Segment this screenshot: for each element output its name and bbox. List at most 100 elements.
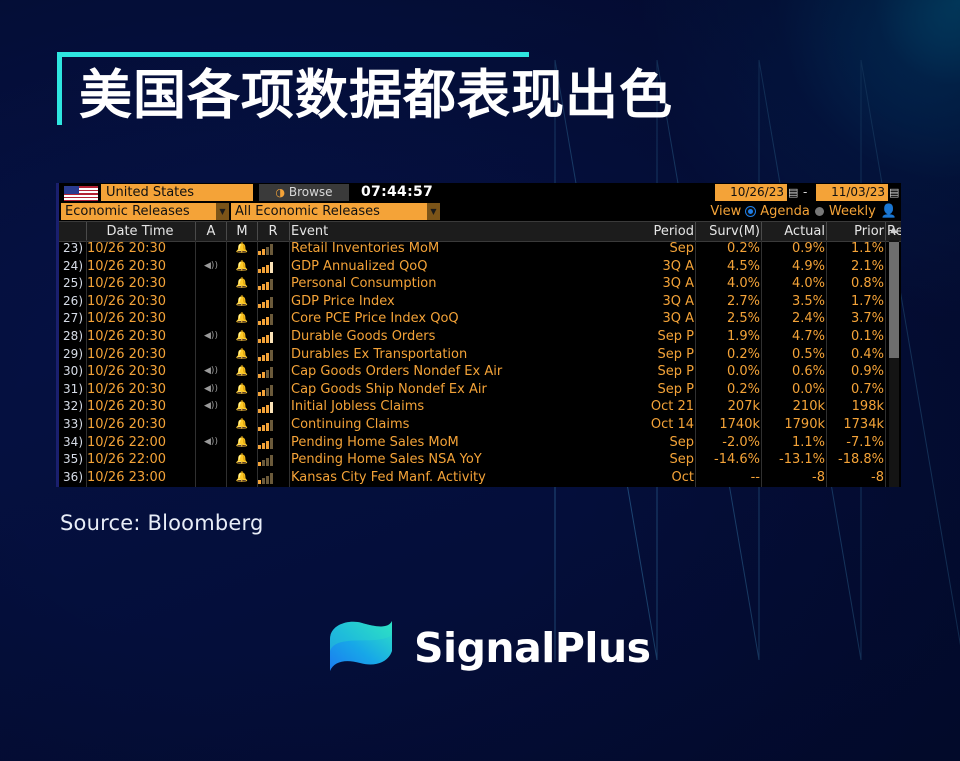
period-value: Sep — [669, 241, 694, 256]
survey-value: 0.2% — [726, 346, 760, 362]
alert-speaker-icon — [196, 346, 226, 364]
prior-value: 3.7% — [850, 311, 884, 327]
alarm-bell-icon[interactable]: 🔔 — [227, 275, 257, 293]
weekly-label[interactable]: Weekly — [829, 204, 876, 219]
alert-speaker-icon — [196, 240, 226, 258]
alarm-bell-icon[interactable]: 🔔 — [227, 469, 257, 487]
table-row[interactable]: 30) 10/26 20:30 ◀)) 🔔 Cap Goods Orders Nonde… — [59, 363, 901, 381]
table-row[interactable]: 32) 10/26 20:30 ◀)) 🔔 Initial Jobless Claims… — [59, 398, 901, 416]
event-name[interactable]: Personal Consumption — [291, 275, 437, 293]
event-name[interactable]: Core PCE Price Index QoQ — [291, 310, 459, 328]
event-name[interactable]: Pending Home Sales NSA YoY — [291, 451, 482, 469]
browse-button[interactable]: ◑ Browse — [259, 184, 349, 201]
col-period[interactable]: Period — [624, 222, 694, 241]
alarm-bell-icon[interactable]: 🔔 — [227, 293, 257, 311]
brand-name: SignalPlus — [414, 624, 651, 672]
terminal-toolbar-row-2: Economic Releases ▼ All Economic Release… — [59, 202, 901, 221]
relevance-indicator — [258, 293, 288, 311]
alarm-bell-icon[interactable]: 🔔 — [227, 346, 257, 364]
prior-value: -7.1% — [846, 434, 884, 450]
row-number: 26) — [63, 293, 83, 308]
calendar-icon[interactable]: ▤ — [889, 186, 899, 199]
alarm-bell-icon[interactable]: 🔔 — [227, 310, 257, 328]
actual-value: 210k — [792, 399, 825, 415]
row-number: 23) — [63, 241, 83, 255]
alarm-bell-icon[interactable]: 🔔 — [227, 451, 257, 469]
col-survey[interactable]: Surv(M) — [698, 222, 760, 241]
event-name[interactable]: Cap Goods Ship Nondef Ex Air — [291, 381, 487, 399]
event-name[interactable]: Retail Inventories MoM — [291, 240, 439, 258]
chevron-down-icon[interactable]: ▼ — [216, 203, 229, 220]
vertical-scrollbar[interactable] — [889, 240, 899, 487]
alarm-bell-icon[interactable]: 🔔 — [227, 363, 257, 381]
actual-value: -13.1% — [779, 452, 825, 468]
event-name[interactable]: GDP Price Index — [291, 293, 395, 311]
calendar-icon[interactable]: ▤ — [788, 186, 798, 199]
alarm-bell-icon[interactable]: 🔔 — [227, 398, 257, 416]
sort-asc-icon[interactable]: ▲ — [890, 225, 897, 235]
table-row[interactable]: 23) 10/26 20:30 🔔 Retail Inventories MoM Sep… — [59, 240, 901, 258]
scrollbar-thumb[interactable] — [889, 242, 899, 358]
table-row[interactable]: 35) 10/26 22:00 🔔 Pending Home Sales NSA Yo… — [59, 451, 901, 469]
event-name[interactable]: Kansas City Fed Manf. Activity — [291, 469, 486, 487]
table-row[interactable]: 28) 10/26 20:30 ◀)) 🔔 Durable Goods Orders Se… — [59, 328, 901, 346]
alarm-bell-icon[interactable]: 🔔 — [227, 240, 257, 258]
period-value: Sep P — [657, 364, 694, 380]
alarm-bell-icon[interactable]: 🔔 — [227, 328, 257, 346]
row-number: 28) — [63, 329, 83, 343]
chevron-down-icon[interactable]: ▼ — [427, 203, 440, 220]
event-name[interactable]: Continuing Claims — [291, 416, 409, 434]
table-row[interactable]: 26) 10/26 20:30 🔔 GDP Price Index 3Q A 2.7% 3.… — [59, 293, 901, 311]
row-date-time: 10/26 20:30 — [87, 258, 167, 274]
table-row[interactable]: 24) 10/26 20:30 ◀)) 🔔 GDP Annualized QoQ 3Q A… — [59, 258, 901, 276]
agenda-label[interactable]: Agenda — [760, 204, 810, 219]
table-row[interactable]: 34) 10/26 22:00 ◀)) 🔔 Pending Home Sales MoM… — [59, 434, 901, 452]
table-row[interactable]: 36) 10/26 23:00 🔔 Kansas City Fed Manf. Act… — [59, 469, 901, 487]
col-r[interactable]: R — [258, 222, 288, 241]
alarm-bell-icon[interactable]: 🔔 — [227, 258, 257, 276]
date-from-field[interactable]: 10/26/23 — [715, 184, 787, 201]
table-row[interactable]: 31) 10/26 20:30 ◀)) 🔔 Cap Goods Ship Nondef … — [59, 381, 901, 399]
table-row[interactable]: 29) 10/26 20:30 🔔 Durables Ex Transportatio… — [59, 346, 901, 364]
table-row[interactable]: 25) 10/26 20:30 🔔 Personal Consumption 3Q A 4… — [59, 275, 901, 293]
col-prior[interactable]: Prior — [828, 222, 884, 241]
col-m[interactable]: M — [227, 222, 257, 241]
person-search-icon[interactable]: 👤 — [881, 204, 897, 219]
row-number: 32) — [63, 399, 83, 414]
table-header-row: Date Time A M R Event Period Surv(M) Act… — [59, 221, 901, 242]
title-accent-rule-left — [57, 52, 62, 125]
filter-select[interactable]: All Economic Releases — [231, 203, 427, 220]
alarm-bell-icon[interactable]: 🔔 — [227, 381, 257, 399]
row-date-time: 10/26 20:30 — [87, 381, 167, 397]
us-flag-icon — [63, 185, 99, 202]
col-date-time[interactable]: Date Time — [87, 222, 193, 241]
category-select[interactable]: Economic Releases — [61, 203, 216, 220]
event-name[interactable]: GDP Annualized QoQ — [291, 258, 427, 276]
row-number: 25) — [63, 276, 83, 291]
date-to-field[interactable]: 11/03/23 — [816, 184, 888, 201]
alarm-bell-icon[interactable]: 🔔 — [227, 434, 257, 452]
event-name[interactable]: Durable Goods Orders — [291, 328, 435, 346]
col-actual[interactable]: Actual — [763, 222, 825, 241]
survey-value: 0.0% — [726, 364, 760, 380]
economic-releases-table[interactable]: 23) 10/26 20:30 🔔 Retail Inventories MoM Sep… — [59, 240, 901, 487]
bloomberg-terminal-panel[interactable]: United States ◑ Browse 07:44:57 10/26/23… — [56, 183, 901, 487]
radio-agenda[interactable] — [746, 207, 756, 216]
table-row[interactable]: 27) 10/26 20:30 🔔 Core PCE Price Index QoQ 3… — [59, 310, 901, 328]
relevance-indicator — [258, 469, 288, 487]
actual-value: 0.6% — [791, 364, 825, 380]
col-a[interactable]: A — [196, 222, 226, 241]
prior-value: 198k — [851, 399, 884, 415]
radio-weekly[interactable] — [814, 207, 824, 216]
period-value: 3Q A — [662, 311, 694, 327]
event-name[interactable]: Pending Home Sales MoM — [291, 434, 459, 452]
col-event[interactable]: Event — [291, 222, 328, 241]
table-row[interactable]: 33) 10/26 20:30 🔔 Continuing Claims Oct 14 17… — [59, 416, 901, 434]
country-selector[interactable]: United States — [101, 184, 253, 201]
alarm-bell-icon[interactable]: 🔔 — [227, 416, 257, 434]
event-name[interactable]: Initial Jobless Claims — [291, 398, 424, 416]
event-name[interactable]: Cap Goods Orders Nondef Ex Air — [291, 363, 502, 381]
event-name[interactable]: Durables Ex Transportation — [291, 346, 467, 364]
row-number: 30) — [63, 364, 83, 379]
alert-speaker-icon — [196, 275, 226, 293]
